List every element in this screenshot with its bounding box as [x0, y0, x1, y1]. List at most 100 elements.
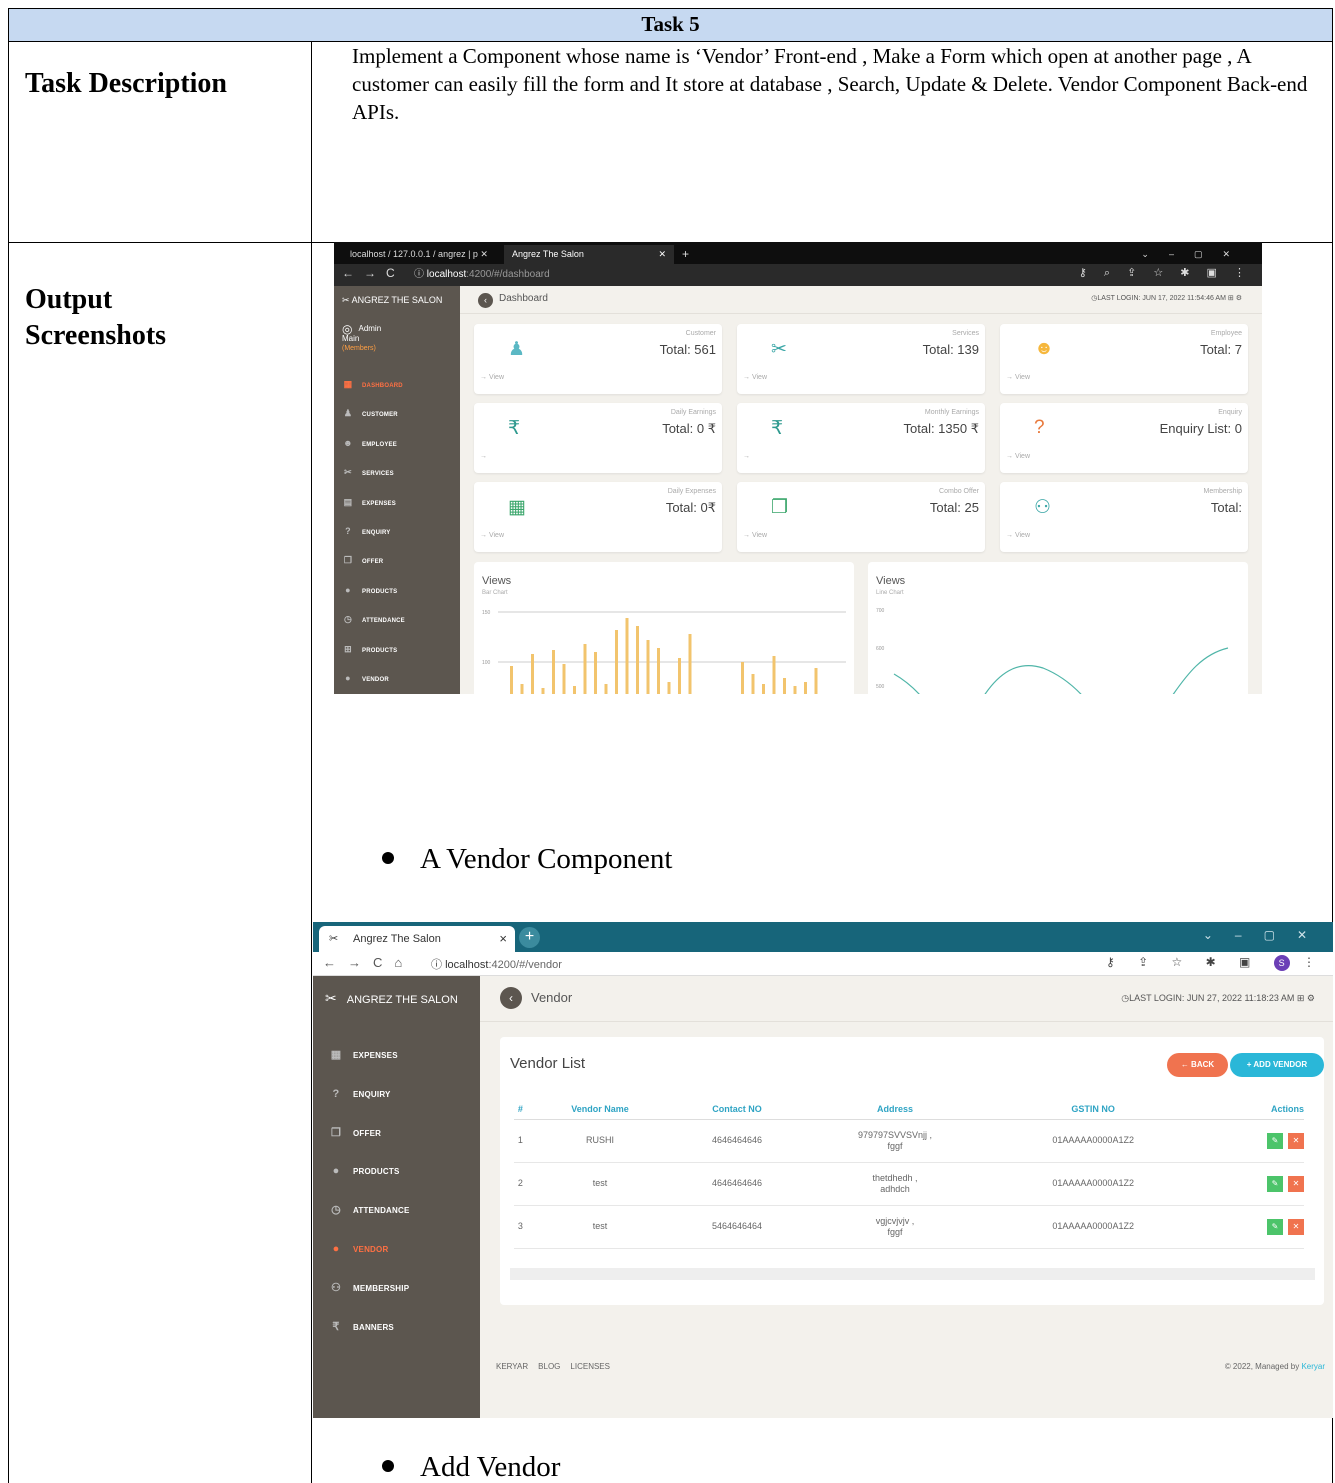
bullet-vendor-component: A Vendor Component [382, 841, 672, 877]
vendor-icon: ● [345, 672, 351, 683]
edit-button[interactable]: ✎ [1267, 1218, 1283, 1235]
sidebar-item-products[interactable]: ⊞ PRODUCTS [342, 635, 460, 664]
delete-button[interactable]: ✕ [1288, 1175, 1304, 1192]
brand: ✂ ANGREZ THE SALON [325, 990, 458, 1006]
scissors-icon: ✂ [771, 339, 787, 360]
gift-icon: ❐ [771, 497, 789, 518]
sidebar-item-banners[interactable]: ₹ BANNERS [329, 1308, 480, 1347]
header: ‹ Dashboard ◷LAST LOGIN: JUN 17, 2022 11… [460, 286, 1262, 314]
column-header[interactable]: Vendor Name [526, 1099, 674, 1120]
bar [636, 626, 639, 694]
column-header[interactable]: GSTIN NO [989, 1099, 1198, 1120]
bar [541, 688, 545, 694]
view-link[interactable]: → [480, 453, 487, 460]
toolbar-icons[interactable]: ⚷ ⇪ ☆ ✱ ▣ S ⋮ [1106, 955, 1325, 971]
bar [688, 634, 692, 694]
gear-icon: ⚙ [1235, 295, 1242, 302]
sidebar-item-products[interactable]: ● PRODUCTS [329, 1152, 480, 1191]
stat-card: ? Enquiry Enquiry List: 0 → View [1000, 403, 1248, 473]
footer-link[interactable]: KERYAR [496, 1362, 528, 1371]
nav-buttons[interactable]: ←→C [342, 266, 405, 280]
sidebar-item-services[interactable]: ✂ SERVICES [342, 458, 460, 487]
nav-buttons[interactable]: ←→C⌂ [323, 955, 414, 970]
column-header[interactable]: # [514, 1099, 527, 1120]
sidebar-item-products[interactable]: ● PRODUCTS [342, 576, 460, 605]
view-link[interactable]: → View [480, 532, 504, 539]
sidebar-item-vendor[interactable]: ● VENDOR [342, 664, 460, 693]
view-link[interactable]: → [743, 453, 750, 460]
column-divider [311, 42, 312, 1483]
edit-button[interactable]: ✎ [1267, 1175, 1283, 1192]
admin-profile[interactable]: ◎ Admin Main (Members) [342, 323, 384, 354]
header: ‹ Vendor ◷LAST LOGIN: JUN 27, 2022 11:18… [480, 976, 1333, 1022]
output-screenshots-label: Output Screenshots [25, 284, 167, 351]
handshake-icon: ⚇ [330, 1281, 342, 1294]
view-link[interactable]: → View [743, 532, 767, 539]
browser-tab-phpmyadmin[interactable]: localhost / 127.0.0.1 / angrez | p ✕ [342, 245, 502, 264]
sidebar-item-expenses[interactable]: ▤ EXPENSES [342, 488, 460, 517]
stat-card: ☻ Employee Total: 7 → View [1000, 324, 1248, 394]
footer-link[interactable]: LICENSES [570, 1362, 610, 1371]
sidebar-item-enquiry[interactable]: ? ENQUIRY [342, 517, 460, 546]
table-row: 2 test 4646464646 thetdhedh , adhdch 01AA… [514, 1162, 1304, 1206]
url-text[interactable]: ⓘ localhost:4200/#/dashboard [414, 267, 550, 283]
question-icon: ? [345, 525, 351, 536]
footer: KERYAR BLOG LICENSES © 2022, Managed by Ke… [496, 1362, 1325, 1371]
sidebar-item-attendance[interactable]: ◷ ATTENDANCE [342, 605, 460, 634]
bullet-add-vendor: Add Vendor [382, 1449, 560, 1483]
sidebar-item-employee[interactable]: ☻ EMPLOYEE [342, 429, 460, 458]
task-description-text: Implement a Component whose name is ‘Ven… [352, 44, 1308, 124]
window-controls[interactable]: ⌄–▢✕ [1133, 245, 1258, 264]
column-header[interactable]: Actions [1197, 1099, 1304, 1120]
add-vendor-button[interactable]: + ADD VENDOR [1230, 1053, 1324, 1077]
gift-icon: ❐ [330, 1126, 342, 1139]
browser-tab-salon[interactable]: Angrez The Salon ✕ [504, 245, 674, 264]
bar [657, 648, 660, 694]
close-tab-icon[interactable]: × [499, 926, 507, 952]
view-link[interactable]: → View [480, 374, 504, 381]
task-title: Task 5 [9, 9, 1332, 42]
new-tab-icon[interactable]: + [519, 927, 540, 948]
line-chart: 700 600 500 [876, 608, 1229, 694]
sidebar-item-vendor[interactable]: ● VENDOR [329, 1230, 480, 1269]
back-button[interactable]: ← BACK [1167, 1053, 1228, 1077]
footer-brand-link[interactable]: Keryar [1301, 1362, 1325, 1371]
horizontal-scrollbar[interactable] [510, 1268, 1315, 1280]
view-link[interactable]: → View [743, 374, 767, 381]
new-tab-icon[interactable]: + [674, 245, 697, 264]
footer-link[interactable]: BLOG [538, 1362, 560, 1371]
sidebar-item-expenses[interactable]: ▦ EXPENSES [329, 1036, 480, 1075]
view-link[interactable]: → View [1006, 532, 1030, 539]
back-button[interactable]: ‹ [500, 987, 522, 1009]
page-title: Dashboard [499, 293, 548, 304]
group-icon: ☻ [1034, 338, 1054, 359]
clock-icon: ◷ [343, 614, 353, 625]
delete-button[interactable]: ✕ [1288, 1218, 1304, 1235]
cart-icon: ⊞ [344, 643, 352, 654]
sidebar-item-offer[interactable]: ❐ OFFER [342, 546, 460, 575]
toolbar-icons[interactable]: ⚷ ⌕ ⇪ ☆ ✱ ▣ ⋮ [1079, 266, 1252, 280]
stat-card: ✂ Services Total: 139 → View [737, 324, 985, 394]
sidebar-item-dashboard[interactable]: ▦ DASHBOARD [342, 370, 460, 399]
sidebar-item-offer[interactable]: ❐ OFFER [329, 1114, 480, 1153]
edit-button[interactable]: ✎ [1267, 1132, 1283, 1149]
sidebar-item-enquiry[interactable]: ? ENQUIRY [329, 1075, 480, 1114]
browser-tab-salon[interactable]: ✂ Angrez The Salon × [319, 926, 515, 952]
sidebar-item-customer[interactable]: ♟ CUSTOMER [342, 399, 460, 428]
sidebar-item-attendance[interactable]: ◷ ATTENDANCE [329, 1191, 480, 1230]
view-link[interactable]: → View [1006, 374, 1030, 381]
last-login: ◷LAST LOGIN: JUN 27, 2022 11:18:23 AM ⊞ … [1121, 993, 1315, 1003]
view-link[interactable]: → View [1006, 453, 1030, 460]
back-button[interactable]: ‹ [478, 293, 493, 308]
bar [594, 652, 597, 694]
sidebar-item-membership[interactable]: ⚇ MEMBERSHIP [329, 1269, 480, 1308]
column-header[interactable]: Contact NO [673, 1099, 801, 1120]
url-text[interactable]: ⓘ localhost:4200/#/vendor [431, 956, 562, 972]
column-header[interactable]: Address [800, 1099, 990, 1120]
bar [531, 654, 534, 694]
window-controls[interactable]: ⌄–▢✕ [1203, 928, 1329, 942]
vendor-table: # Vendor Name Contact NO Address GSTIN NO Act… [514, 1099, 1304, 1249]
vendor-icon: ● [332, 1242, 340, 1255]
delete-button[interactable]: ✕ [1288, 1132, 1304, 1149]
tick-label: 700 [876, 608, 885, 614]
